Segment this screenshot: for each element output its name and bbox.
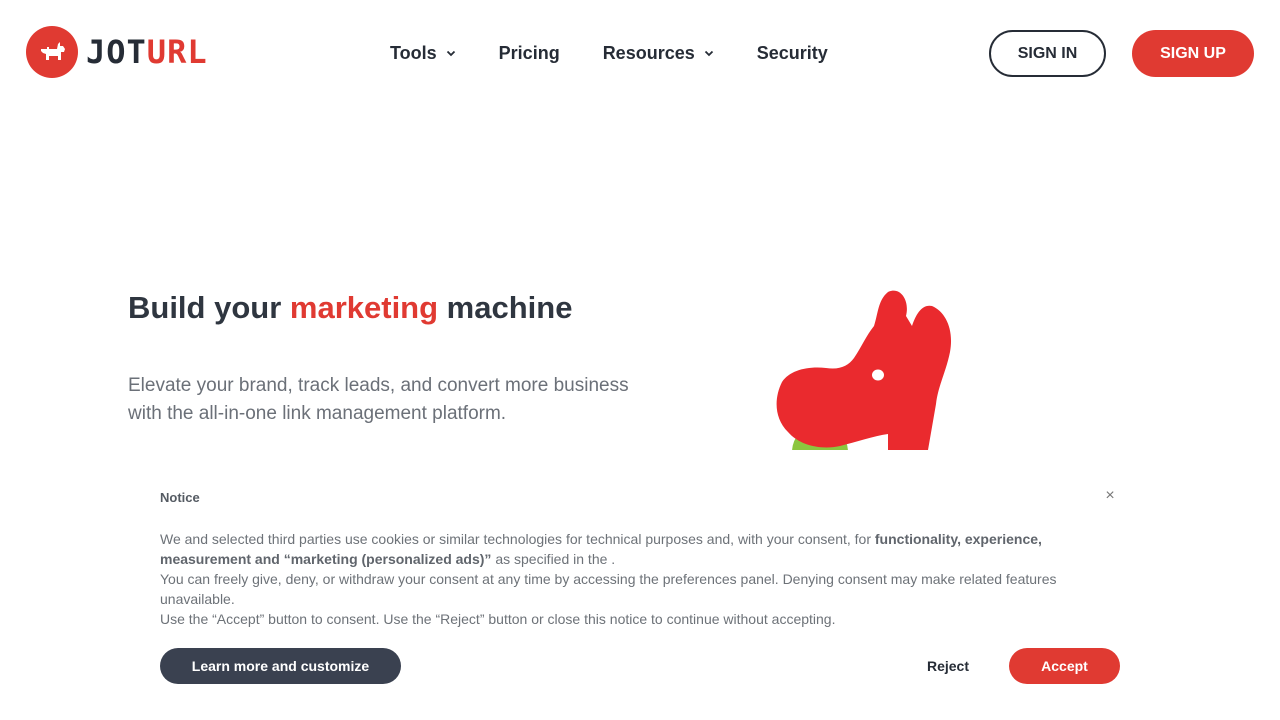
- site-header: JOTURL Tools Pricing Resources Security …: [0, 0, 1280, 106]
- hero-title-start: Build your: [128, 290, 290, 325]
- notice-paragraph-3: Use the “Accept” button to consent. Use …: [160, 611, 836, 627]
- reject-button[interactable]: Reject: [910, 648, 986, 684]
- dog-icon: [26, 26, 78, 78]
- nav-item-resources[interactable]: Resources: [603, 43, 714, 64]
- sign-in-button[interactable]: SIGN IN: [989, 30, 1106, 77]
- nav-item-security[interactable]: Security: [757, 43, 828, 64]
- logo-wordmark: JOTURL: [86, 33, 208, 71]
- cookie-notice: Notice × We and selected third parties u…: [140, 470, 1140, 720]
- hero-title: Build your marketing machine: [128, 290, 572, 326]
- notice-paragraph-1: We and selected third parties use cookie…: [160, 529, 1090, 569]
- chevron-down-icon: [704, 50, 714, 57]
- dog-mascot-illustration: [770, 286, 970, 450]
- notice-text: We and selected third parties use cookie…: [160, 531, 875, 547]
- hero-subtitle: Elevate your brand, track leads, and con…: [128, 375, 629, 424]
- notice-text: as specified in the .: [491, 551, 616, 567]
- nav-item-label: Security: [756, 42, 828, 63]
- notice-title: Notice: [160, 490, 200, 505]
- main-nav: Tools Pricing Resources Security: [390, 40, 828, 66]
- close-icon[interactable]: ×: [1103, 488, 1117, 504]
- notice-paragraph-2: You can freely give, deny, or withdraw y…: [160, 571, 1057, 607]
- sign-up-button[interactable]: SIGN UP: [1132, 30, 1254, 77]
- nav-item-label: Pricing: [498, 42, 560, 63]
- learn-more-button[interactable]: Learn more and customize: [160, 648, 401, 684]
- hero-title-end: machine: [438, 290, 573, 325]
- nav-item-tools[interactable]: Tools: [390, 43, 456, 64]
- accept-button[interactable]: Accept: [1009, 648, 1120, 684]
- notice-body: We and selected third parties use cookie…: [160, 529, 1090, 629]
- nav-item-label: Resources: [602, 42, 695, 63]
- nav-item-pricing[interactable]: Pricing: [499, 43, 560, 64]
- chevron-down-icon: [446, 50, 456, 57]
- nav-item-label: Tools: [390, 42, 437, 63]
- logo[interactable]: JOTURL: [26, 26, 208, 78]
- hero-title-accent: marketing: [289, 290, 439, 325]
